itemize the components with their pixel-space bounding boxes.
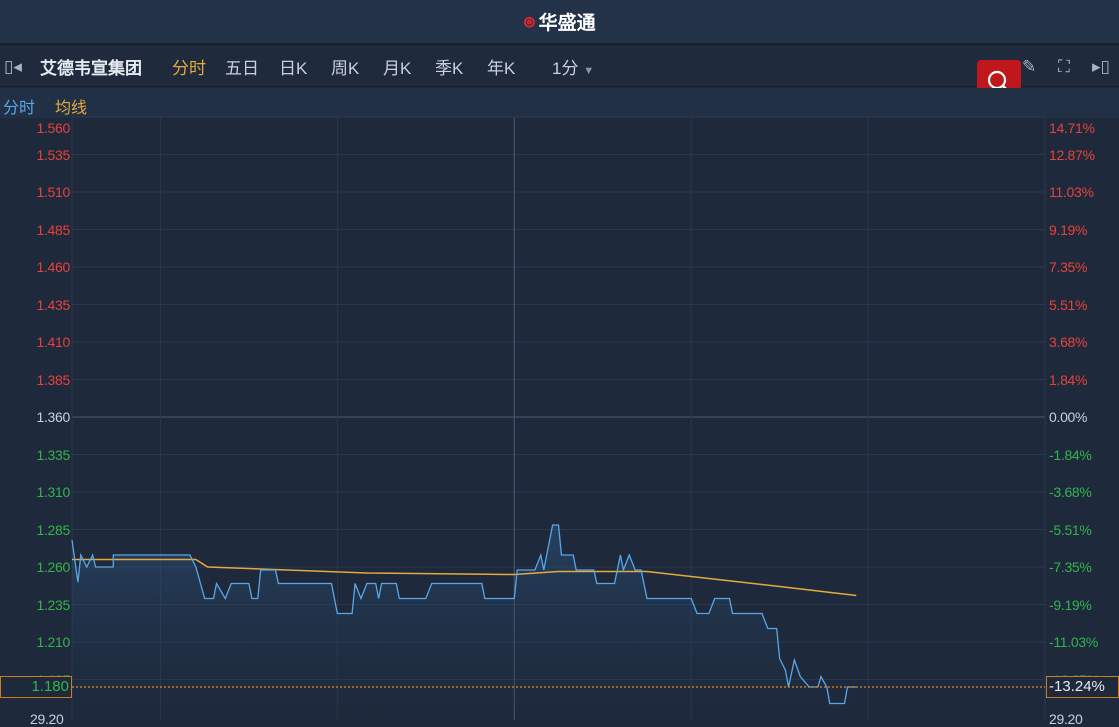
y-right-tick: -1.84% — [1049, 446, 1092, 463]
y-right-tick: 14.71% — [1049, 120, 1095, 136]
bottom-left-label: 29.20 — [30, 711, 64, 727]
y-left-tick: 1.410 — [36, 334, 70, 350]
y-left-tick: 1.460 — [36, 259, 70, 275]
y-right-tick: -3.68% — [1049, 484, 1092, 500]
y-right-tick: -7.35% — [1049, 559, 1092, 575]
y-left-tick: 1.235 — [36, 596, 70, 613]
y-left-tick: 1.435 — [36, 296, 70, 313]
current-price-box: 1.180 — [0, 676, 72, 698]
y-right-tick: 12.87% — [1049, 146, 1095, 163]
y-right-tick: -9.19% — [1049, 596, 1092, 613]
y-right-tick: 1.84% — [1049, 371, 1088, 388]
y-right-tick: -5.51% — [1049, 521, 1092, 538]
y-right-tick: 11.03% — [1049, 184, 1094, 200]
y-left-tick: 1.335 — [36, 446, 70, 463]
y-right-tick: 5.51% — [1049, 296, 1088, 313]
y-left-tick: 1.210 — [36, 634, 70, 650]
current-pct-box: -13.24% — [1046, 676, 1119, 698]
y-left-tick: 1.485 — [36, 221, 70, 238]
y-left-tick: 1.310 — [36, 484, 70, 500]
y-left-tick: 1.510 — [36, 184, 70, 200]
y-left-tick: 1.560 — [36, 120, 70, 136]
y-left-tick: 1.360 — [36, 409, 70, 425]
y-left-tick: 1.260 — [36, 559, 70, 575]
y-right-tick: -11.03% — [1049, 634, 1099, 650]
y-left-tick: 1.535 — [36, 146, 70, 163]
intraday-chart[interactable] — [0, 0, 1119, 720]
y-right-tick: 7.35% — [1049, 259, 1088, 275]
y-right-tick: 0.00% — [1049, 409, 1088, 425]
y-left-tick: 1.285 — [36, 521, 70, 538]
bottom-right-label: 29.20 — [1049, 711, 1083, 727]
y-right-tick: 9.19% — [1049, 221, 1088, 238]
y-right-tick: 3.68% — [1049, 334, 1088, 350]
y-left-tick: 1.385 — [36, 371, 70, 388]
